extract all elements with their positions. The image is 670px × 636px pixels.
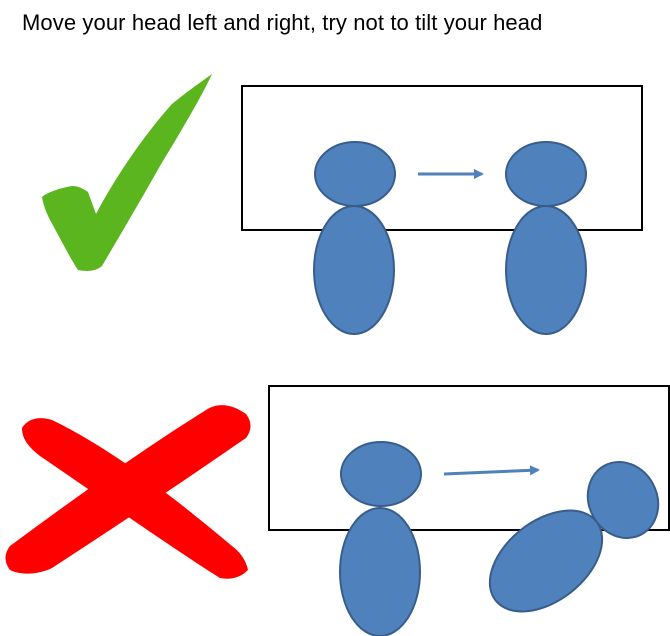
correct-screen-frame — [241, 85, 643, 231]
figure-head — [505, 141, 587, 207]
check-mark-icon — [42, 74, 212, 271]
correct-figure-end — [505, 141, 587, 335]
figure-body — [505, 205, 587, 335]
movement-arrow — [443, 465, 540, 476]
figure-body — [313, 205, 395, 335]
figure-head — [340, 441, 422, 507]
cross-mark-icon — [5, 405, 251, 579]
figure-body — [339, 507, 421, 636]
correct-figure-start — [313, 141, 396, 335]
figure-head — [314, 141, 396, 207]
incorrect-figure-tilted — [488, 461, 660, 613]
head-movement-diagram — [5, 74, 670, 636]
incorrect-figure-start — [339, 441, 422, 636]
